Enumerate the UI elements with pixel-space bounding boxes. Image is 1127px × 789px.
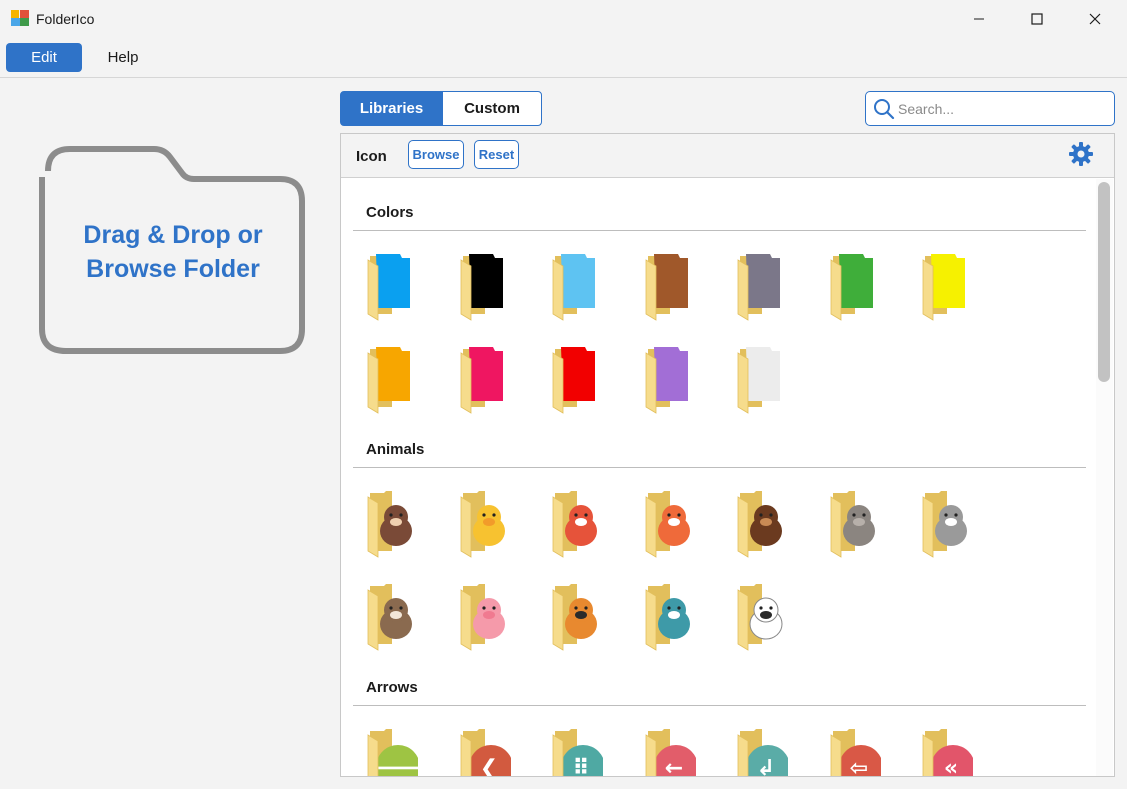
folder-chick-icon[interactable] xyxy=(459,487,511,559)
section-divider xyxy=(353,705,1086,706)
section-title-arrows: Arrows xyxy=(366,679,418,696)
folder-yellow-icon[interactable] xyxy=(921,250,973,322)
panel-toolbar: Icon Browse Reset xyxy=(341,134,1114,178)
menu-edit[interactable]: Edit xyxy=(6,43,82,72)
folder-fox-icon[interactable] xyxy=(644,487,696,559)
menu-help[interactable]: Help xyxy=(92,43,154,72)
drop-zone-text: Drag & Drop or Browse Folder xyxy=(36,218,310,286)
svg-text:↲: ↲ xyxy=(757,756,775,776)
folder-blue-icon[interactable] xyxy=(366,250,418,322)
folder-arrow-left-red2-icon[interactable]: ⇦ xyxy=(829,725,883,776)
svg-text:←: ← xyxy=(665,756,683,776)
menu-bar: Edit Help xyxy=(0,38,1127,78)
vertical-scrollbar[interactable] xyxy=(1096,179,1113,776)
search-input[interactable] xyxy=(898,98,1103,119)
folder-arrow-double-pink-icon[interactable]: « xyxy=(921,725,975,776)
svg-text:⇦: ⇦ xyxy=(850,756,868,776)
tab-custom[interactable]: Custom xyxy=(442,91,542,126)
gear-icon[interactable] xyxy=(1068,141,1094,167)
minimize-icon xyxy=(974,18,984,20)
svg-text:⠿: ⠿ xyxy=(572,756,589,776)
folder-arrow-left-green-icon[interactable]: 🡐 xyxy=(366,725,426,776)
drop-zone-line1: Drag & Drop or xyxy=(83,221,263,249)
window-title: FolderIco xyxy=(36,11,95,27)
folder-buffalo-icon[interactable] xyxy=(366,487,418,559)
folder-tiger-icon[interactable] xyxy=(551,580,603,652)
section-divider xyxy=(353,467,1086,468)
folder-red-icon[interactable] xyxy=(551,343,603,415)
browse-button[interactable]: Browse xyxy=(408,140,464,169)
folder-hedgehog-icon[interactable] xyxy=(736,487,788,559)
icon-label: Icon xyxy=(356,148,387,165)
section-title-animals: Animals xyxy=(366,441,425,458)
tab-libraries[interactable]: Libraries xyxy=(340,91,443,126)
folder-zebra-icon[interactable] xyxy=(736,580,788,652)
icon-grid-area: Colors Animals Arrows 🡐 ❮ ⠿ ← ↲ ⇦ « xyxy=(341,179,1096,776)
folder-green-icon[interactable] xyxy=(829,250,881,322)
folder-light-blue-icon[interactable] xyxy=(551,250,603,322)
folder-pig-icon[interactable] xyxy=(459,580,511,652)
folder-white-icon[interactable] xyxy=(736,343,788,415)
folder-black-icon[interactable] xyxy=(459,250,511,322)
folder-arrow-left-red-icon[interactable]: ❮ xyxy=(459,725,513,776)
section-divider xyxy=(353,230,1086,231)
folder-brown-icon[interactable] xyxy=(644,250,696,322)
svg-text:«: « xyxy=(944,756,958,776)
title-bar: FolderIco xyxy=(0,0,1127,38)
folder-pink-icon[interactable] xyxy=(459,343,511,415)
folder-koala-icon[interactable] xyxy=(921,487,973,559)
maximize-icon xyxy=(1031,13,1043,25)
icon-library-panel: Icon Browse Reset Colors Animals Arrows 🡐 ❮ ⠿… xyxy=(340,133,1115,777)
section-title-colors: Colors xyxy=(366,204,414,221)
search-box xyxy=(865,91,1115,126)
close-button[interactable] xyxy=(1066,0,1124,38)
reset-button[interactable]: Reset xyxy=(474,140,519,169)
maximize-button[interactable] xyxy=(1008,0,1066,38)
folder-crab-icon[interactable] xyxy=(551,487,603,559)
drop-zone-line2: Browse Folder xyxy=(86,255,260,283)
scroll-thumb[interactable] xyxy=(1098,182,1110,382)
folder-raccoon-icon[interactable] xyxy=(366,580,418,652)
folder-arrow-left-pink-icon[interactable]: ← xyxy=(644,725,698,776)
minimize-button[interactable] xyxy=(950,0,1008,38)
close-icon xyxy=(1089,13,1101,25)
folder-orange-icon[interactable] xyxy=(366,343,418,415)
search-icon xyxy=(874,99,895,120)
app-logo-icon xyxy=(11,10,29,26)
svg-text:❮: ❮ xyxy=(480,756,498,776)
folder-purple-icon[interactable] xyxy=(644,343,696,415)
folder-arrow-curve-teal-icon[interactable]: ↲ xyxy=(736,725,790,776)
folder-gray-icon[interactable] xyxy=(736,250,788,322)
folder-whale-icon[interactable] xyxy=(644,580,696,652)
folder-arrow-dotted-teal-icon[interactable]: ⠿ xyxy=(551,725,605,776)
folder-hippo-icon[interactable] xyxy=(829,487,881,559)
